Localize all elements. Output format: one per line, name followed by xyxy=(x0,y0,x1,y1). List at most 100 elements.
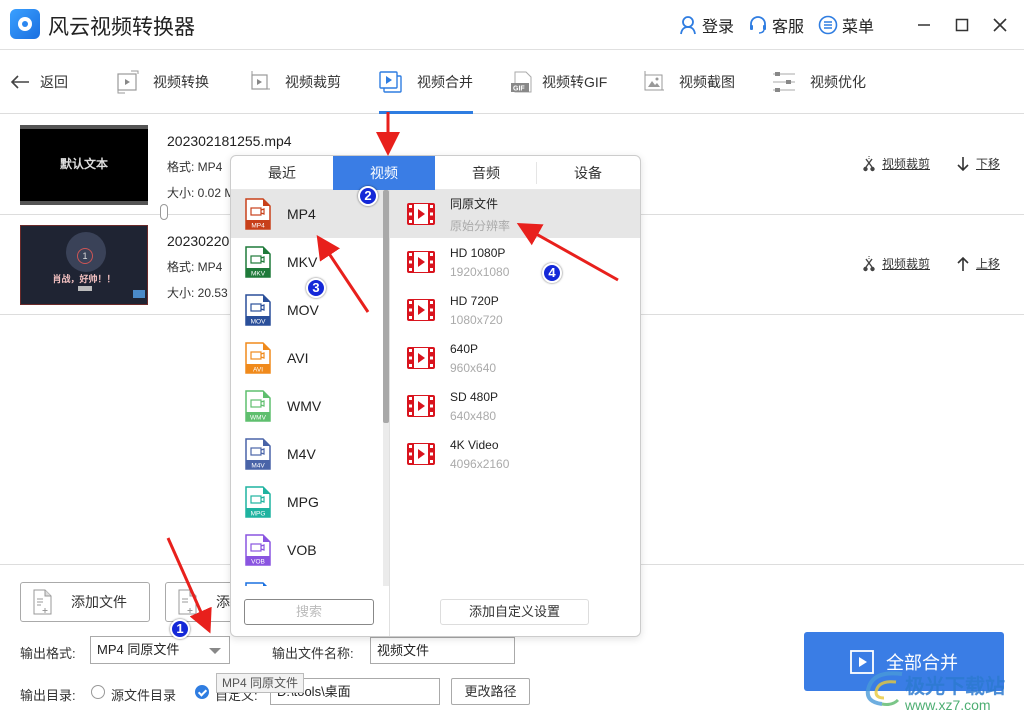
maximize-icon xyxy=(955,18,969,32)
dir-source-label: 源文件目录 xyxy=(111,688,177,703)
preset-item[interactable]: 640P 960x640 xyxy=(390,334,640,382)
user-icon xyxy=(680,16,696,35)
output-dir-label: 输出目录: xyxy=(20,688,76,703)
thumbnail-text: 肖战，好帅！！ xyxy=(52,274,116,284)
dir-source-radio[interactable] xyxy=(91,685,105,699)
tool-label: 视频转换 xyxy=(153,74,209,90)
arrow-left-icon xyxy=(10,75,29,89)
change-path-button[interactable]: 更改路径 xyxy=(451,678,530,705)
file-mpg-icon: MPG xyxy=(245,486,271,518)
tab-video[interactable]: 视频 xyxy=(333,156,435,190)
maximize-button[interactable] xyxy=(944,7,980,43)
format-item-m4v[interactable]: M4V M4V xyxy=(231,430,383,478)
format-item-avi[interactable]: AVI AVI xyxy=(231,334,383,382)
format-item-vob[interactable]: VOB VOB xyxy=(231,526,383,574)
title-bar: 风云视频转换器 登录 客服 菜单 xyxy=(0,0,1024,50)
annotation-badge: 2 xyxy=(358,186,378,206)
screenshot-icon xyxy=(644,71,664,91)
arrow-down-icon xyxy=(957,156,969,171)
menu-label: 菜单 xyxy=(841,19,874,36)
menu-icon xyxy=(818,15,838,35)
svg-text:GIF: GIF xyxy=(513,86,525,93)
tool-label: 视频截图 xyxy=(679,74,735,90)
app-title: 风云视频转换器 xyxy=(48,16,195,39)
tab-video-crop[interactable]: 视频裁剪 xyxy=(249,51,341,113)
output-name-input[interactable]: 视频文件 xyxy=(370,637,515,664)
tool-label: 视频转GIF xyxy=(542,74,608,90)
search-input[interactable]: 搜索 xyxy=(244,599,374,625)
login-button[interactable]: 登录 xyxy=(678,13,734,37)
toolbar: 返回 视频转换 视频裁剪 视频合并 GIF 视频转GIF 视频截图 视频优化 xyxy=(0,51,1024,114)
minimize-button[interactable] xyxy=(906,7,942,43)
crop-label: 视频裁剪 xyxy=(881,257,930,271)
svg-text:MPG: MPG xyxy=(251,511,266,518)
move-label: 下移 xyxy=(975,157,1000,171)
tab-recent[interactable]: 最近 xyxy=(231,156,333,190)
svg-text:MP4: MP4 xyxy=(251,223,265,230)
format-tabs: 最近 视频 音频 设备 xyxy=(231,156,640,190)
gif-icon: GIF xyxy=(511,71,532,93)
format-item-mpg[interactable]: MPG MPG xyxy=(231,478,383,526)
file-avi-icon: AVI xyxy=(245,342,271,374)
preset-item[interactable]: 同原文件 原始分辨率 xyxy=(390,190,640,238)
preset-item[interactable]: SD 480P 640x480 xyxy=(390,382,640,430)
move-label: 上移 xyxy=(975,257,1000,271)
preset-name: SD 480P xyxy=(450,389,499,404)
format-item-mkv[interactable]: MKV MKV xyxy=(231,238,383,286)
output-name-label: 输出文件名称: xyxy=(272,646,354,661)
add-folder-icon xyxy=(178,589,197,615)
move-up-link[interactable]: 上移 xyxy=(956,255,1000,272)
crop-link[interactable]: 视频裁剪 xyxy=(862,155,930,172)
format-label: MP4 xyxy=(287,206,316,222)
format-item-partial[interactable] xyxy=(231,574,383,586)
preset-name: 640P xyxy=(450,341,479,356)
tool-label: 视频优化 xyxy=(810,74,866,90)
close-button[interactable] xyxy=(982,7,1018,43)
output-format-label: 输出格式: xyxy=(20,646,76,661)
crop-link[interactable]: 视频裁剪 xyxy=(862,255,930,272)
tab-video-optimize[interactable]: 视频优化 xyxy=(772,51,866,113)
tool-label: 视频合并 xyxy=(417,74,473,90)
service-button[interactable]: 客服 xyxy=(748,13,804,37)
tab-video-convert[interactable]: 视频转换 xyxy=(117,51,209,113)
output-format-value: MP4 同原文件 xyxy=(97,642,180,657)
move-down-link[interactable]: 下移 xyxy=(956,155,1000,172)
watermark-logo-icon xyxy=(865,671,903,706)
menu-button[interactable]: 菜单 xyxy=(818,13,874,37)
video-thumbnail: 1 肖战，好帅！！ xyxy=(20,225,148,305)
annotation-badge: 4 xyxy=(542,263,562,283)
watermark-text: 极光下载站 xyxy=(905,676,1005,698)
back-button[interactable]: 返回 xyxy=(10,51,68,113)
format-label: AVI xyxy=(287,350,309,366)
tab-video-merge[interactable]: 视频合并 xyxy=(379,51,473,114)
preset-list: 同原文件 原始分辨率 HD 1080P 1920x1080 HD 720P 1080x72… xyxy=(390,190,640,478)
add-custom-setting-button[interactable]: 添加自定义设置 xyxy=(440,599,589,625)
tab-video-gif[interactable]: GIF 视频转GIF xyxy=(510,51,607,113)
tab-audio[interactable]: 音频 xyxy=(435,156,537,190)
preset-item[interactable]: HD 1080P 1920x1080 xyxy=(390,238,640,286)
annotation-badge: 3 xyxy=(306,278,326,298)
file-mov-icon: MOV xyxy=(245,294,271,326)
minimize-icon xyxy=(918,24,930,26)
file-name: 202302181255.mp4 xyxy=(167,133,292,149)
add-file-button[interactable]: 添加文件 xyxy=(20,582,150,622)
file-vob-icon: VOB xyxy=(245,534,271,566)
preset-item[interactable]: 4K Video 4096x2160 xyxy=(390,430,640,478)
svg-text:WMV: WMV xyxy=(250,415,267,422)
preset-resolution: 原始分辨率 xyxy=(450,218,511,233)
tab-device[interactable]: 设备 xyxy=(537,156,639,190)
output-format-select[interactable]: MP4 同原文件 xyxy=(90,636,230,664)
file-icon xyxy=(245,582,268,586)
format-label: MOV xyxy=(287,302,319,318)
preset-item[interactable]: HD 720P 1080x720 xyxy=(390,286,640,334)
format-item-wmv[interactable]: WMV WMV xyxy=(231,382,383,430)
tab-video-screenshot[interactable]: 视频截图 xyxy=(643,51,735,113)
preset-resolution: 4096x2160 xyxy=(450,456,510,471)
format-label: MKV xyxy=(287,254,318,270)
scissors-icon xyxy=(863,155,875,171)
dir-custom-radio[interactable] xyxy=(195,685,209,699)
film-icon xyxy=(407,203,435,225)
link-handle-icon xyxy=(160,204,168,220)
format-label: MPG xyxy=(287,494,319,510)
headset-icon xyxy=(749,16,766,34)
